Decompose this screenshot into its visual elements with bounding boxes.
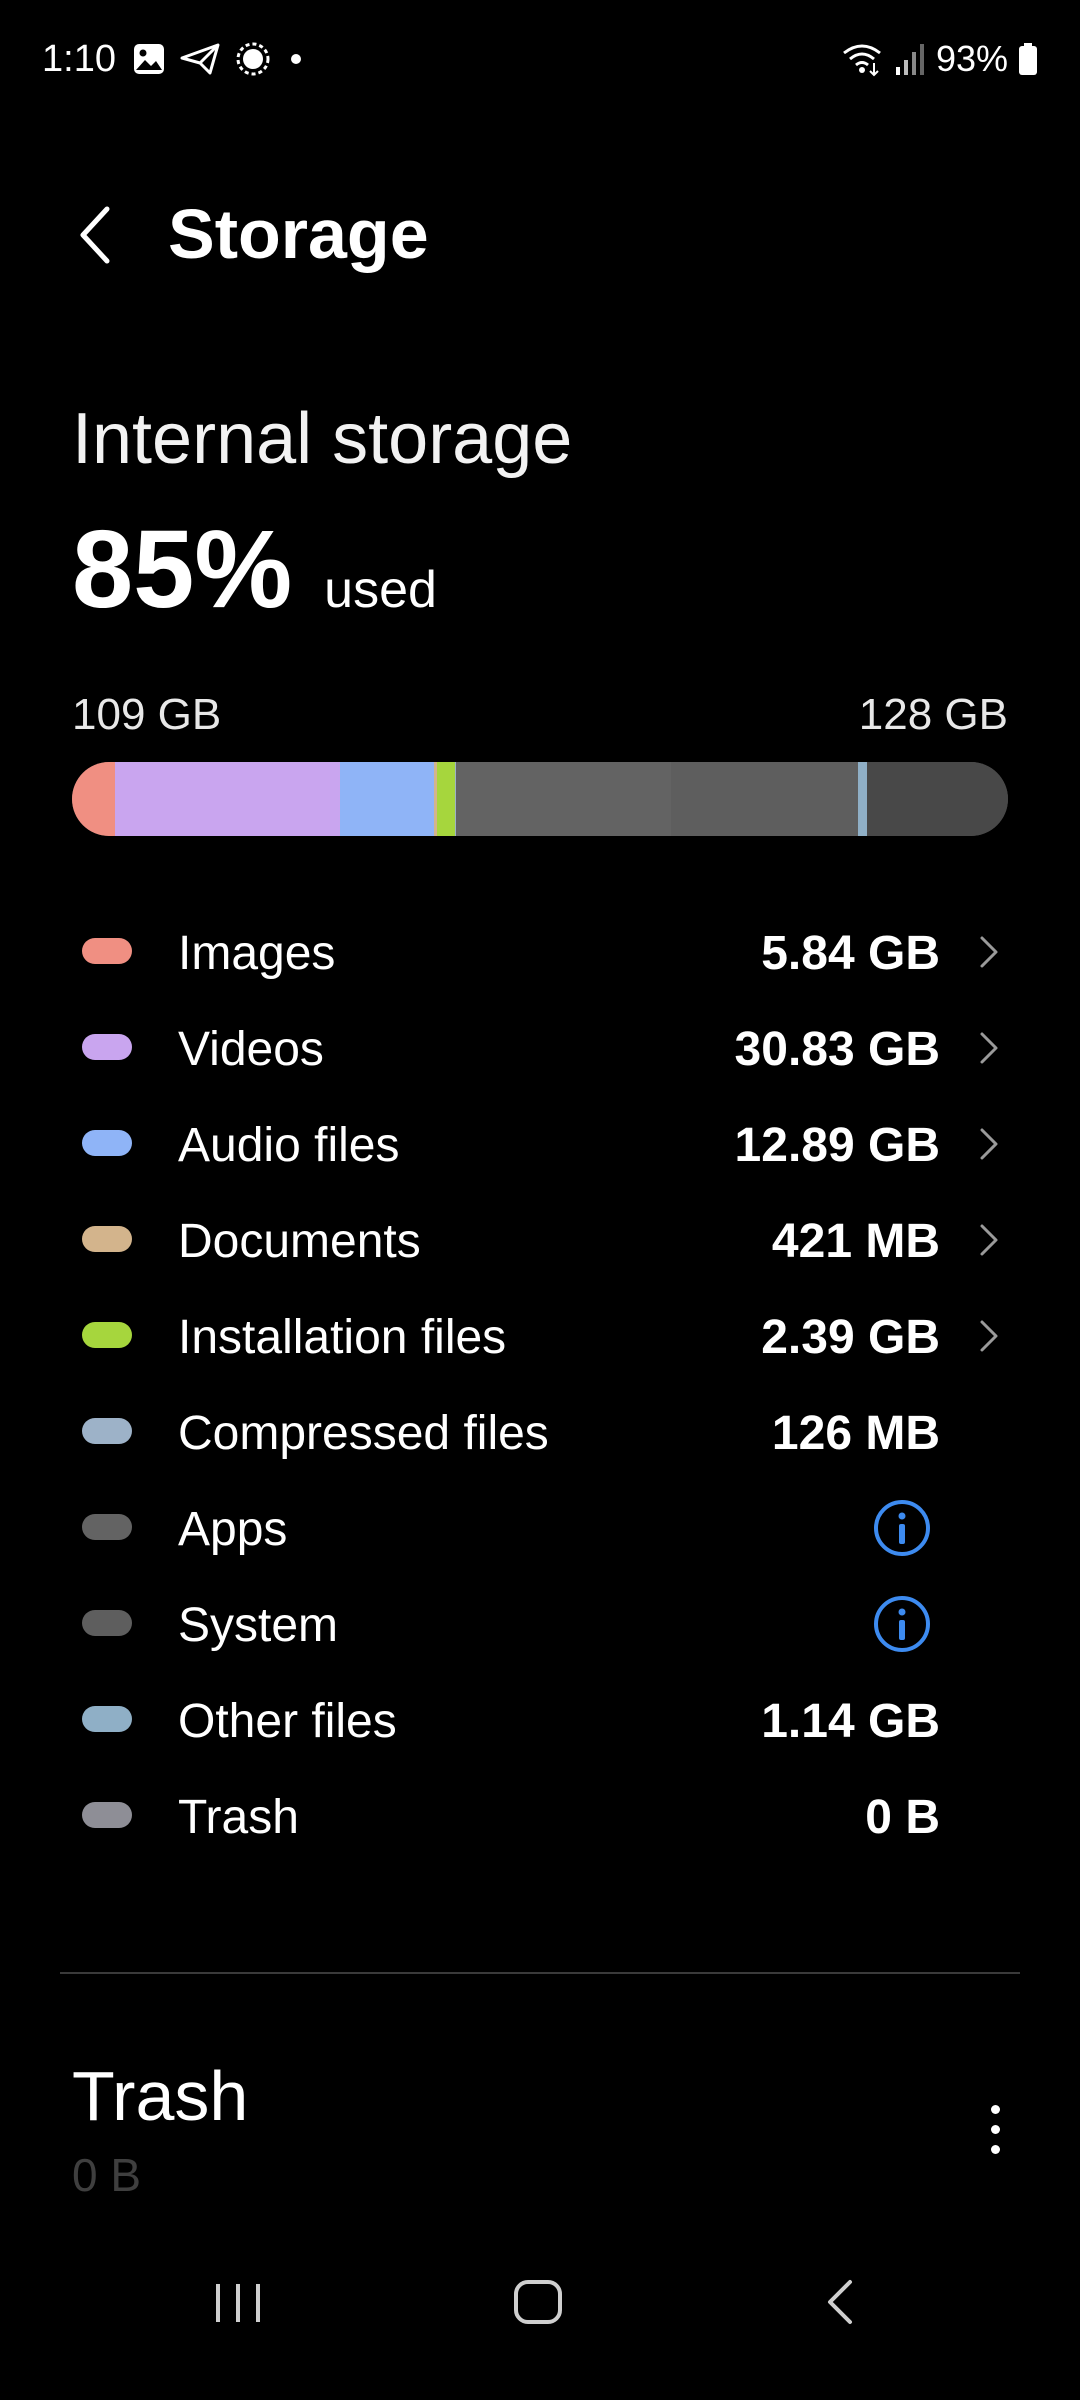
category-size: 0 B (865, 1791, 940, 1844)
battery-icon (1019, 43, 1037, 75)
chevron-right-icon (980, 1320, 998, 1352)
storage-bar-segment (866, 762, 1008, 836)
storage-category-row[interactable]: Images 5.84 GB (0, 904, 1080, 1000)
category-size: 30.83 GB (734, 1023, 940, 1076)
storage-bar-segment (437, 762, 455, 836)
notification-dot-icon (291, 54, 301, 64)
total-capacity: 128 GB (858, 690, 1008, 739)
category-label: Audio files (178, 1119, 400, 1172)
app-bar: Storage (0, 180, 1080, 290)
internal-storage-label: Internal storage (72, 399, 573, 479)
recents-button[interactable] (210, 2272, 266, 2337)
category-label: Apps (178, 1503, 288, 1556)
category-size: 421 MB (771, 1215, 940, 1268)
storage-usage-bar (72, 762, 1008, 836)
trash-section-size: 0 B (72, 2149, 142, 2201)
storage-category-row: Trash 0 B (0, 1768, 1080, 1864)
more-options-button[interactable] (970, 2094, 1020, 2164)
category-size: 5.84 GB (761, 927, 940, 980)
status-bar: 1:10 93% (0, 0, 1080, 120)
category-label: Other files (178, 1695, 397, 1748)
category-label: Images (178, 927, 336, 980)
storage-category-row[interactable]: Installation files 2.39 GB (0, 1288, 1080, 1384)
trash-section-title[interactable]: Trash (72, 2056, 248, 2136)
home-button[interactable] (508, 2272, 568, 2337)
category-color-dot (82, 1802, 132, 1828)
category-color-dot (82, 1130, 132, 1156)
category-label: Videos (178, 1023, 324, 1076)
storage-category-row: System (0, 1576, 1080, 1672)
category-label: System (178, 1599, 339, 1652)
storage-screen: 1:10 93% Storage Internal storage 85% us… (0, 0, 1080, 2400)
more-dot (990, 2124, 1000, 2134)
storage-bar-segment (858, 762, 867, 836)
chevron-right-icon (980, 1032, 998, 1064)
signal-app-icon (236, 42, 270, 76)
storage-bar-segment (455, 762, 672, 836)
category-color-dot (82, 1514, 132, 1540)
storage-category-row[interactable]: Documents 421 MB (0, 1192, 1080, 1288)
info-icon[interactable] (872, 1594, 932, 1654)
back-icon (828, 2280, 852, 2324)
storage-bar-segment (671, 762, 859, 836)
battery-percent: 93% (935, 38, 1008, 79)
category-label: Trash (178, 1791, 299, 1844)
category-label: Compressed files (178, 1407, 549, 1460)
storage-category-row: Compressed files 126 MB (0, 1384, 1080, 1480)
storage-category-row[interactable]: Videos 30.83 GB (0, 1000, 1080, 1096)
category-color-dot (82, 1034, 132, 1060)
category-label: Documents (178, 1215, 421, 1268)
status-time: 1:10 (42, 38, 116, 80)
category-color-dot (82, 1706, 132, 1732)
chevron-right-icon (980, 936, 998, 968)
usage-percent: 85% (72, 508, 293, 631)
more-dot (990, 2104, 1000, 2114)
info-icon[interactable] (872, 1498, 932, 1558)
recents-icon (216, 2284, 260, 2322)
back-button[interactable] (60, 200, 130, 270)
category-size: 1.14 GB (761, 1695, 940, 1748)
chevron-right-icon (980, 1128, 998, 1160)
category-color-dot (82, 1226, 132, 1252)
storage-category-row[interactable]: Audio files 12.89 GB (0, 1096, 1080, 1192)
category-color-dot (82, 1418, 132, 1444)
status-system-icons: 93% (840, 38, 1038, 80)
storage-bar-segment (340, 762, 435, 836)
category-color-dot (82, 1610, 132, 1636)
home-icon (514, 2280, 562, 2324)
gallery-icon (134, 44, 164, 74)
nav-back-button[interactable] (818, 2272, 862, 2337)
category-size: 12.89 GB (734, 1119, 940, 1172)
storage-bar-segment (72, 762, 115, 836)
wifi-icon (843, 44, 881, 77)
more-dot (990, 2144, 1000, 2154)
category-label: Installation files (178, 1311, 507, 1364)
navigation-bar (0, 2250, 1080, 2400)
section-divider (60, 1972, 1020, 1974)
page-title: Storage (168, 195, 429, 273)
category-size: 126 MB (771, 1407, 940, 1460)
usage-word: used (324, 561, 437, 619)
storage-bar-segment (114, 762, 341, 836)
usage-summary: 85% used (72, 506, 437, 633)
storage-category-row: Apps (0, 1480, 1080, 1576)
storage-category-row: Other files 1.14 GB (0, 1672, 1080, 1768)
category-color-dot (82, 938, 132, 964)
category-color-dot (82, 1322, 132, 1348)
cellular-signal-icon (895, 44, 924, 75)
storage-category-list: Images 5.84 GB Videos 30.83 GB Audio files 12… (0, 904, 1080, 1864)
used-capacity: 109 GB (72, 690, 222, 739)
status-notification-icons (132, 40, 306, 78)
send-icon (180, 43, 220, 75)
chevron-right-icon (980, 1224, 998, 1256)
category-size: 2.39 GB (761, 1311, 940, 1364)
chevron-left-icon (80, 206, 110, 264)
